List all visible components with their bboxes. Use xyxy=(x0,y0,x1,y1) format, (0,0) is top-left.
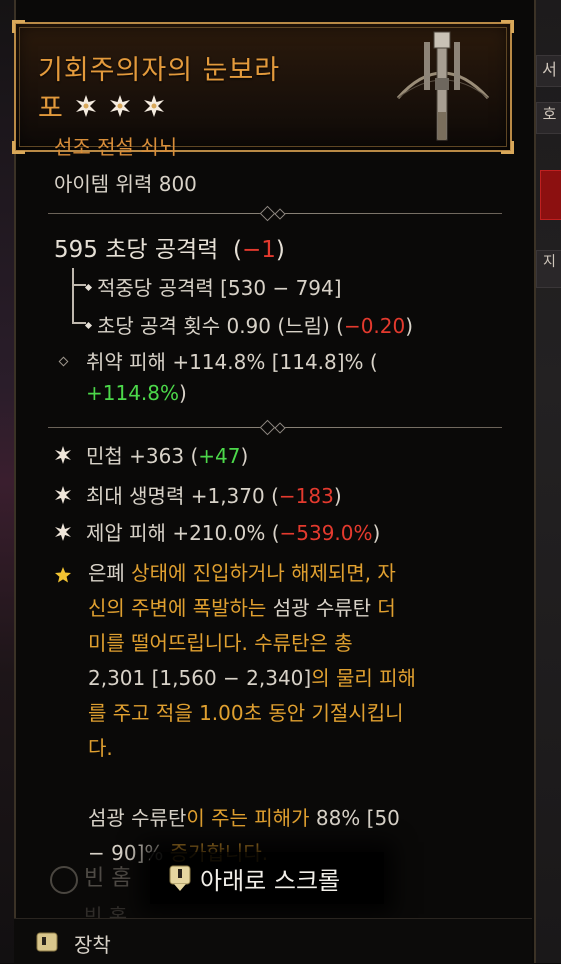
legendary-aspect: 은폐 상태에 진입하거나 해제되면, 자 신의 주변에 폭발하는 섬광 수류탄 … xyxy=(88,556,508,871)
legendary-term: 섬광 수류탄 xyxy=(88,806,187,830)
legendary-text: 더 xyxy=(371,596,396,620)
dps-value: 595 초당 공격력 xyxy=(54,237,219,263)
tooltip-footer: 장착 xyxy=(14,918,532,964)
legendary-line: 를 주고 적을 1.00초 동안 기절시킵니 xyxy=(88,701,404,725)
equip-key-icon xyxy=(36,932,58,952)
affix-delta: −539.0% xyxy=(279,521,373,545)
item-name-line2: 포 xyxy=(38,86,165,125)
tree-branch xyxy=(72,284,86,286)
damage-per-hit-text: 적중당 공격력 [530 − 794] xyxy=(97,276,342,300)
affix-delta: −183 xyxy=(278,484,334,508)
scroll-hint-label: 아래로 스크롤 xyxy=(200,866,341,895)
legendary-text: 상태에 진입하거나 해제되면, 자 xyxy=(124,561,396,585)
side-tab-3-label: 지 xyxy=(543,254,556,270)
vulnerable-close: ) xyxy=(179,381,187,405)
legendary-term: 은폐 xyxy=(88,561,125,585)
affix-close: ) xyxy=(240,444,249,468)
ancestral-star-icon xyxy=(143,94,165,117)
ancestral-star-icon xyxy=(75,94,97,117)
item-name-suffix: 포 xyxy=(38,93,63,124)
legendary-line: 섬광 수류탄이 주는 피해가 88% [50 xyxy=(88,801,508,836)
dps-open: ( xyxy=(232,237,242,263)
legendary-text: 의 물리 피해 xyxy=(311,666,416,690)
background-right: 서 호 지 xyxy=(532,0,561,963)
aps-close: ) xyxy=(405,314,414,338)
vulnerable-damage-delta: +114.8%) xyxy=(86,381,187,405)
dps-line: 595 초당 공격력 (−1) xyxy=(54,230,285,264)
item-power: 아이템 위력 800 xyxy=(54,172,197,196)
legendary-term: 섬광 수류탄 xyxy=(272,596,372,620)
legendary-value: 2,301 [1,560 − 2,340] xyxy=(88,666,312,690)
affix-dexterity: 민첩 +363 (+47) xyxy=(86,440,248,469)
affix-text: 최대 생명력 +1,370 ( xyxy=(86,484,279,508)
tree-branch xyxy=(72,322,86,324)
equip-label[interactable]: 장착 xyxy=(74,929,111,958)
scroll-down-hint[interactable]: 아래로 스크롤 xyxy=(150,852,384,904)
legendary-value: 88% [50 xyxy=(315,806,400,830)
affix-star-icon xyxy=(55,523,71,541)
side-red-button[interactable] xyxy=(540,170,561,220)
legendary-line: 2,301 [1,560 − 2,340]의 물리 피해 xyxy=(88,661,508,696)
bullet-icon xyxy=(84,321,93,330)
legendary-line: 신의 주변에 폭발하는 섬광 수류탄 더 xyxy=(88,591,508,626)
affix-text: 민첩 +363 ( xyxy=(86,444,199,468)
side-tab-1[interactable]: 서 xyxy=(536,55,561,87)
legendary-line: 미를 떨어뜨립니다. 수류탄은 총 xyxy=(88,631,353,655)
side-tab-3[interactable]: 지 xyxy=(536,250,561,288)
affix-star-icon xyxy=(55,486,71,504)
legendary-line: 다. xyxy=(88,736,113,760)
legendary-spacer xyxy=(88,766,508,801)
affix-overpower: 제압 피해 +210.0% (−539.0%) xyxy=(86,517,380,546)
empty-socket-icon xyxy=(50,866,78,894)
affix-star-icon xyxy=(55,446,71,464)
vulnerable-delta: +114.8% xyxy=(86,381,180,405)
legendary-text: 이 주는 피해가 xyxy=(186,806,316,830)
aps-text: 초당 공격 횟수 0.90 (느림) ( xyxy=(97,314,344,338)
tree-line xyxy=(72,268,74,324)
separator xyxy=(48,205,502,222)
socket-label: 빈 홈 xyxy=(84,866,132,891)
legendary-text: 신의 주변에 폭발하는 xyxy=(88,596,273,620)
affix-delta: +47 xyxy=(198,444,241,468)
damage-per-hit: 적중당 공격력 [530 − 794] xyxy=(84,272,342,301)
side-tab-2-label: 호 xyxy=(542,105,557,123)
affix-close: ) xyxy=(372,521,381,545)
attacks-per-second: 초당 공격 횟수 0.90 (느림) (−0.20) xyxy=(84,310,414,339)
vulnerable-text: 취약 피해 +114.8% [114.8]% ( xyxy=(86,350,378,374)
dps-delta: −1 xyxy=(241,237,276,263)
aps-delta: −0.20 xyxy=(343,314,406,338)
side-tab-2[interactable]: 호 xyxy=(536,102,561,134)
bullet-icon xyxy=(84,283,93,292)
item-type: 선조 전설 쇠뇌 xyxy=(54,135,178,159)
ancestral-star-icon xyxy=(109,94,131,117)
affix-close: ) xyxy=(333,484,342,508)
legendary-aspect-icon xyxy=(55,567,71,583)
separator xyxy=(48,419,502,436)
legendary-line: 은폐 상태에 진입하거나 해제되면, 자 xyxy=(88,556,508,591)
side-tab-1-label: 서 xyxy=(542,60,557,79)
mouse-scroll-icon xyxy=(169,865,191,891)
item-name: 기회주의자의 눈보라 xyxy=(38,55,281,86)
affix-text: 제압 피해 +210.0% ( xyxy=(86,521,280,545)
vulnerable-damage: 취약 피해 +114.8% [114.8]% ( xyxy=(86,346,378,375)
affix-max-life: 최대 생명력 +1,370 (−183) xyxy=(86,480,342,509)
crossbow-icon xyxy=(396,31,490,141)
dps-close: ) xyxy=(275,237,285,263)
